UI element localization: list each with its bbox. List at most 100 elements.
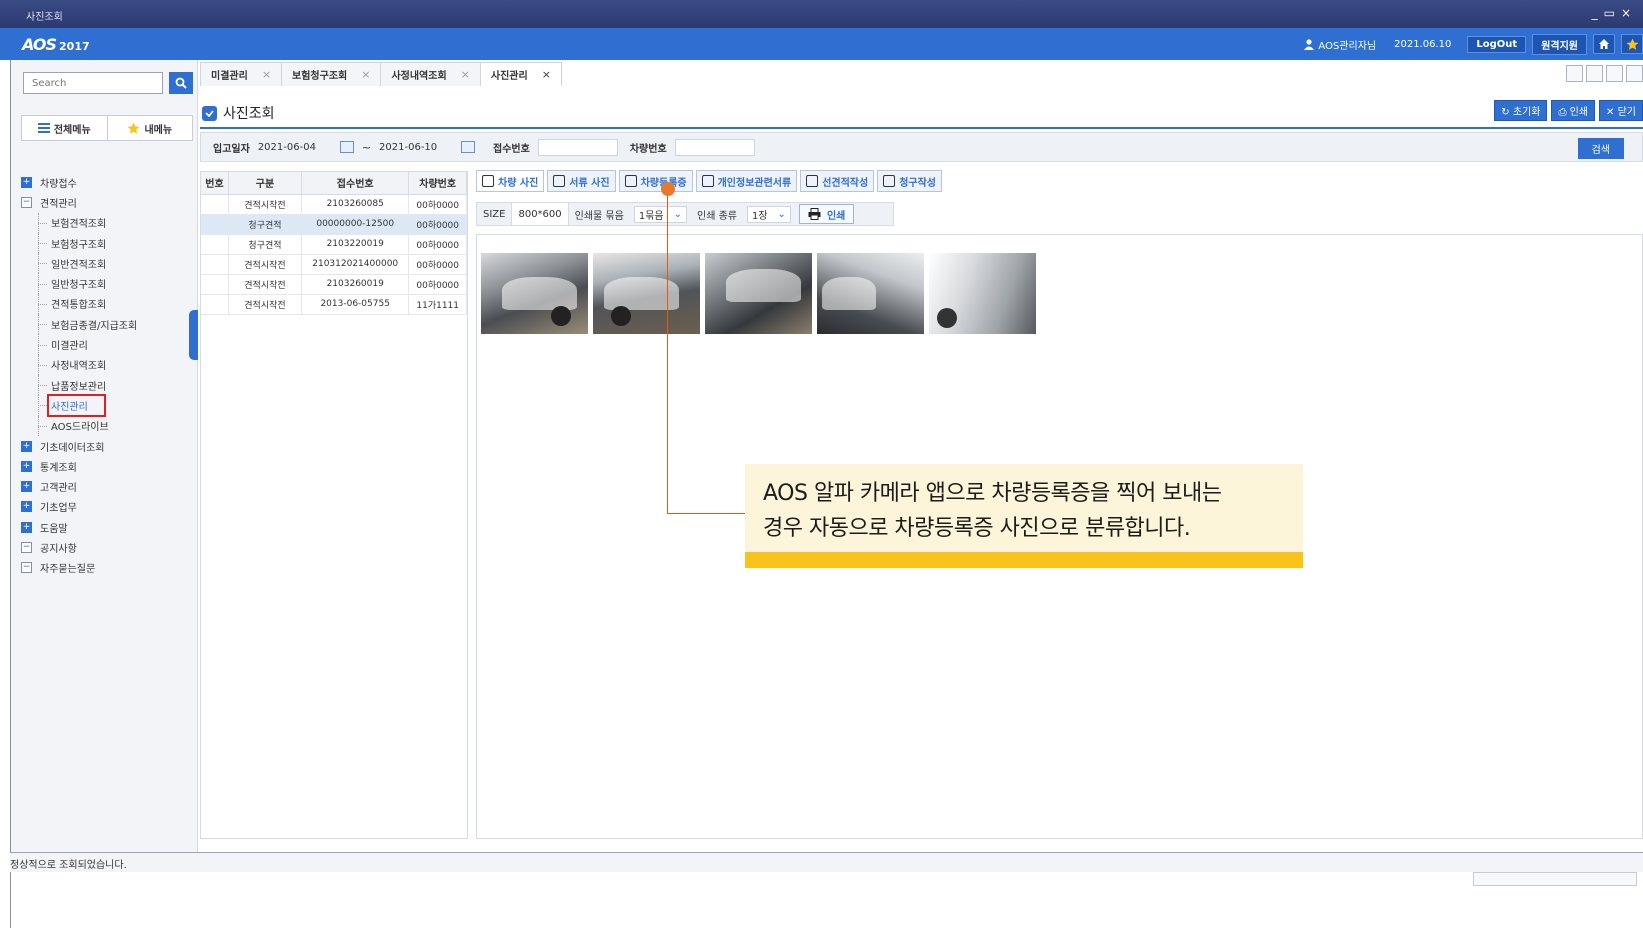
sidebar-item[interactable]: 일반견적조회 bbox=[21, 253, 197, 274]
table-row[interactable]: 견적시작전 2103260019 00하0000 bbox=[201, 274, 467, 295]
photo-tab[interactable]: 서류 사진 bbox=[547, 170, 616, 192]
print-kind-select[interactable]: 1장 ⌄ bbox=[746, 205, 791, 223]
photo-tab[interactable]: 청구작성 bbox=[877, 170, 943, 192]
receipt-input[interactable] bbox=[537, 138, 618, 156]
collapse-icon[interactable]: − bbox=[21, 196, 32, 208]
sidebar-item[interactable]: + 도움말 bbox=[21, 517, 197, 537]
photo-tab[interactable]: 차량 사진 bbox=[476, 170, 545, 192]
minimize-icon[interactable]: _ bbox=[1592, 6, 1604, 20]
calendar-icon[interactable] bbox=[461, 141, 476, 153]
document-tab[interactable]: 사정내역조회 × bbox=[380, 62, 481, 86]
sidebar-collapse-handle[interactable] bbox=[189, 310, 198, 360]
sidebar-item[interactable]: 사정내역조회 bbox=[21, 354, 197, 376]
close-page-button[interactable]: ✕ 닫기 bbox=[1599, 100, 1643, 121]
sidebar-item[interactable]: 보험청구조회 bbox=[21, 232, 197, 254]
sidebar-item[interactable]: 보험견적조회 bbox=[21, 212, 197, 234]
sidebar-item[interactable]: + 기초업무 bbox=[21, 497, 197, 517]
print-photos-button[interactable]: 인쇄 bbox=[798, 204, 855, 224]
date-to-input[interactable]: 2021-06-10 bbox=[379, 142, 461, 153]
print-page-button[interactable]: ⎙ 인쇄 bbox=[1551, 100, 1596, 121]
sidebar-item[interactable]: 미결관리 bbox=[21, 334, 197, 355]
photo-tab-label: 차량 사진 bbox=[498, 177, 539, 189]
sidebar-item[interactable]: 사진관리 bbox=[21, 393, 197, 417]
collapse-icon[interactable]: − bbox=[21, 562, 32, 574]
sidebar-item[interactable]: − 견적관리 bbox=[21, 192, 197, 212]
table-row[interactable]: 견적시작전 210312021400000 00하0000 bbox=[201, 254, 467, 275]
tab-my-menu[interactable]: 내메뉴 bbox=[106, 116, 193, 140]
column-header[interactable]: 접수번호 bbox=[301, 172, 410, 195]
expand-icon[interactable]: + bbox=[21, 176, 32, 188]
column-header[interactable]: 번호 bbox=[201, 172, 229, 195]
tile-icon[interactable] bbox=[1566, 65, 1583, 82]
collapse-icon[interactable]: − bbox=[21, 541, 32, 553]
photo-thumbnail[interactable] bbox=[705, 253, 812, 334]
search-input[interactable] bbox=[23, 72, 163, 94]
photo-tab[interactable]: 개인정보관련서류 bbox=[695, 170, 798, 192]
close-tab-icon[interactable]: × bbox=[542, 68, 551, 81]
table-cell: 견적시작전 bbox=[228, 254, 303, 275]
header-right: AOS관리자님 2021.06.10 LogOut 원격지원 bbox=[1304, 33, 1643, 55]
document-tab[interactable]: 사진관리 × bbox=[479, 62, 562, 86]
sidebar-item-label: 견적관리 bbox=[40, 198, 77, 210]
sidebar-item[interactable]: − 공지사항 bbox=[21, 537, 197, 557]
photo-tab[interactable]: 차량등록증 bbox=[618, 170, 693, 192]
cascade-icon[interactable] bbox=[1606, 65, 1623, 82]
calendar-icon[interactable] bbox=[339, 141, 354, 153]
sidebar-item[interactable]: 견적통합조회 bbox=[21, 293, 197, 315]
table-row[interactable]: 청구견적 2103220019 00하0000 bbox=[201, 234, 467, 255]
table-cell: 2103260019 bbox=[301, 274, 410, 295]
page-title: 사진조회 bbox=[202, 103, 275, 123]
photo-thumbnail[interactable] bbox=[593, 253, 700, 334]
sidebar-item[interactable]: AOS드라이브 bbox=[21, 415, 197, 437]
print-kind-value: 1장 bbox=[751, 210, 768, 222]
home-button[interactable] bbox=[1593, 34, 1615, 54]
photo-tab-label: 선견적작성 bbox=[822, 177, 869, 189]
sidebar-item[interactable]: + 고객관리 bbox=[21, 476, 197, 496]
photo-thumbnail[interactable] bbox=[817, 253, 924, 334]
bundle-select[interactable]: 1묶음 ⌄ bbox=[633, 205, 687, 223]
date-from-input[interactable]: 2021-06-04 bbox=[258, 142, 340, 153]
sidebar-item[interactable]: + 기초데이터조회 bbox=[21, 436, 197, 456]
restore-icon[interactable]: ▭ bbox=[1604, 6, 1621, 20]
tab-all-menu[interactable]: 전체메뉴 bbox=[22, 116, 107, 140]
sidebar-item[interactable]: − 자주묻는질문 bbox=[21, 558, 197, 578]
bottom-strip bbox=[10, 872, 1643, 928]
table-row[interactable]: 청구견적 00000000-12500 00하0000 bbox=[201, 214, 467, 235]
close-icon[interactable]: × bbox=[1621, 6, 1637, 20]
maximize-icon[interactable] bbox=[1586, 65, 1603, 82]
expand-icon[interactable]: + bbox=[21, 521, 32, 533]
column-header[interactable]: 차량번호 bbox=[408, 172, 467, 195]
sidebar-item[interactable]: + 차량접수 bbox=[21, 172, 197, 192]
expand-icon[interactable]: + bbox=[21, 460, 32, 472]
app-logo[interactable]: AOS 2017 bbox=[22, 35, 90, 54]
search-submit-button[interactable]: 검색 bbox=[1577, 138, 1624, 159]
reset-button[interactable]: ↻ 초기화 bbox=[1494, 100, 1548, 121]
table-cell: 견적시작전 bbox=[228, 274, 303, 295]
table-row[interactable]: 견적시작전 2013-06-05755 11가1111 bbox=[201, 294, 467, 315]
photo-thumbnail[interactable] bbox=[481, 253, 588, 334]
photo-thumbnail[interactable] bbox=[929, 253, 1036, 334]
photo-tab[interactable]: 선견적작성 bbox=[800, 170, 875, 192]
expand-icon[interactable]: + bbox=[21, 501, 32, 513]
search-button[interactable] bbox=[169, 72, 193, 94]
logout-button[interactable]: LogOut bbox=[1467, 35, 1527, 53]
document-tab[interactable]: 미결관리 × bbox=[200, 62, 283, 86]
remote-support-button[interactable]: 원격지원 bbox=[1532, 33, 1587, 55]
close-tab-icon[interactable]: × bbox=[361, 68, 370, 81]
window-controls[interactable]: _▭× bbox=[1592, 6, 1637, 20]
sidebar-item[interactable]: 납품정보관리 bbox=[21, 374, 197, 396]
car-number-input[interactable] bbox=[674, 138, 755, 156]
expand-icon[interactable]: + bbox=[21, 481, 32, 493]
document-tab[interactable]: 보험청구조회 × bbox=[281, 62, 382, 86]
sidebar-item[interactable]: 보험금종결/지급조회 bbox=[21, 314, 197, 335]
close-tab-icon[interactable]: × bbox=[461, 68, 470, 81]
close-tab-icon[interactable]: × bbox=[262, 68, 271, 81]
expand-icon[interactable]: + bbox=[21, 440, 32, 452]
sidebar-item[interactable]: + 통계조회 bbox=[21, 456, 197, 476]
favorite-button[interactable] bbox=[1621, 34, 1643, 54]
column-header[interactable]: 구분 bbox=[228, 172, 303, 195]
sidebar-item[interactable]: 일반청구조회 bbox=[21, 273, 197, 295]
grid-icon[interactable] bbox=[1626, 65, 1643, 82]
table-row[interactable]: 견적시작전 2103260085 00하0000 bbox=[201, 194, 467, 215]
document-tab-label: 보험청구조회 bbox=[292, 71, 348, 82]
